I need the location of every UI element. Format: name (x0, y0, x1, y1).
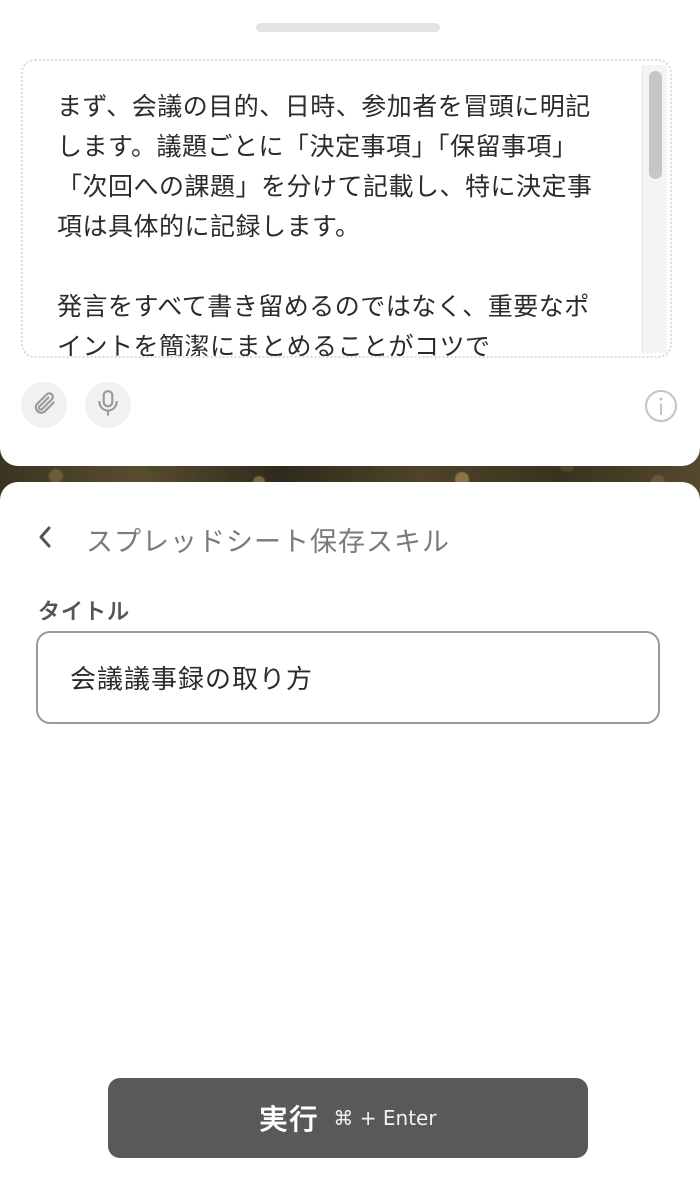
composer-sheet: まず、会議の目的、日時、参加者を冒頭に明記します。議題ごとに「決定事項」「保留事… (0, 0, 700, 466)
paperclip-icon (31, 390, 57, 420)
microphone-icon (95, 389, 121, 421)
drag-handle[interactable] (256, 23, 440, 32)
attach-button[interactable] (21, 382, 67, 428)
back-button[interactable] (30, 522, 60, 556)
chevron-left-icon (36, 524, 54, 554)
info-button[interactable] (644, 389, 678, 427)
keyboard-shortcut-hint: ⌘ + Enter (333, 1106, 437, 1130)
run-button[interactable]: 実行 ⌘ + Enter (108, 1078, 588, 1158)
info-icon (644, 389, 678, 427)
message-text-area[interactable]: まず、会議の目的、日時、参加者を冒頭に明記します。議題ごとに「決定事項」「保留事… (21, 59, 672, 358)
voice-input-button[interactable] (85, 382, 131, 428)
message-text: まず、会議の目的、日時、参加者を冒頭に明記します。議題ごとに「決定事項」「保留事… (57, 92, 593, 358)
skill-panel: スプレッドシート保存スキル タイトル 実行 ⌘ + Enter (0, 482, 700, 1194)
title-input[interactable] (36, 631, 660, 724)
scrollbar-thumb[interactable] (649, 71, 662, 179)
skill-title: スプレッドシート保存スキル (86, 527, 450, 558)
run-button-label: 実行 (259, 1104, 320, 1135)
scrollbar[interactable] (642, 65, 667, 353)
title-field-label: タイトル (38, 600, 131, 625)
